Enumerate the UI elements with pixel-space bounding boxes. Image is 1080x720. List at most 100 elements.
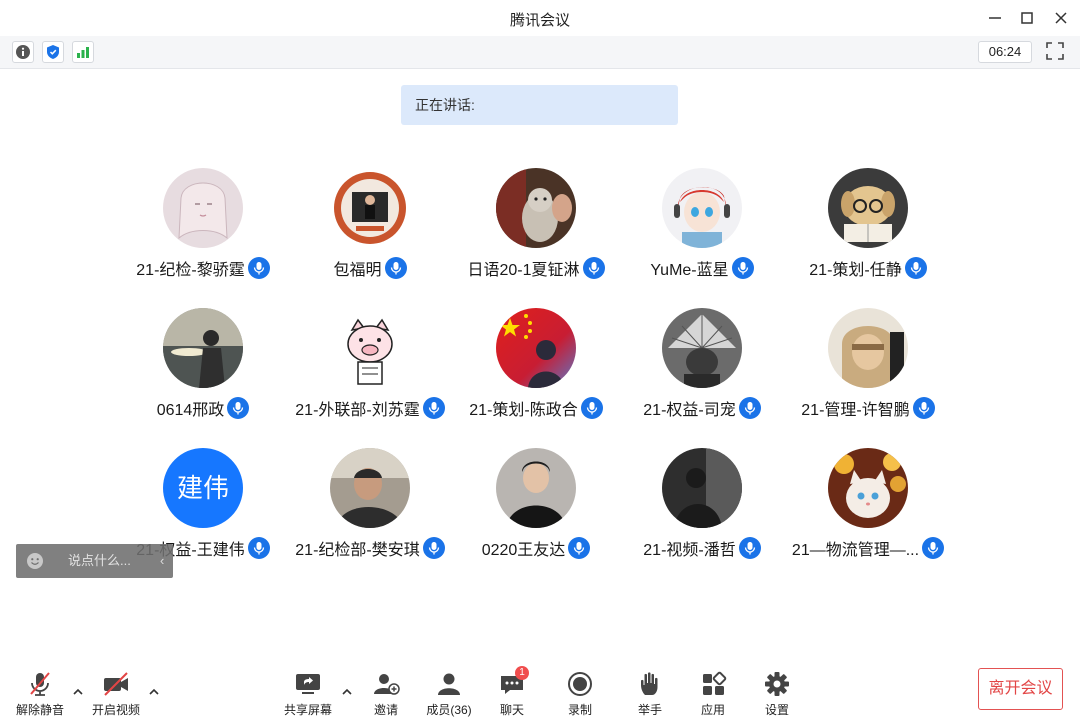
participant-name: 21-外联部-刘苏霆 bbox=[295, 402, 420, 419]
share-options-chevron-icon[interactable] bbox=[340, 686, 354, 698]
raise-hand-label: 举手 bbox=[637, 703, 662, 717]
apps-grid-icon bbox=[698, 670, 728, 698]
participant-label: 21-视频-潘哲 bbox=[618, 536, 786, 562]
mic-icon bbox=[738, 397, 761, 419]
mic-icon bbox=[580, 397, 603, 419]
participant-label: 0614邢政 bbox=[119, 396, 287, 422]
record-button[interactable]: 录制 bbox=[548, 670, 612, 718]
maximize-button[interactable] bbox=[1015, 6, 1039, 30]
participant-name: 0614邢政 bbox=[156, 402, 225, 419]
participant-tile[interactable]: 日语20-1夏钲淋 bbox=[452, 168, 620, 288]
mic-icon bbox=[582, 257, 605, 279]
avatar: 建伟 bbox=[163, 448, 243, 528]
unread-badge: 1 bbox=[515, 666, 529, 680]
maximize-icon bbox=[1021, 12, 1033, 24]
muted-mic-icon bbox=[25, 670, 55, 698]
chat-button[interactable]: 1 聊天 bbox=[480, 666, 544, 718]
participant-tile[interactable]: 21-视频-潘哲 bbox=[618, 448, 786, 568]
meeting-info-bar: 06:24 bbox=[0, 36, 1080, 69]
participant-name: YuMe-蓝星 bbox=[650, 262, 729, 279]
participant-tile[interactable]: YuMe-蓝星 bbox=[618, 168, 786, 288]
participant-label: 21—物流管理—... bbox=[784, 536, 952, 562]
participant-tile[interactable]: 21-管理-许智鹏 bbox=[784, 308, 952, 428]
settings-button[interactable]: 设置 bbox=[745, 670, 809, 718]
fullscreen-button[interactable] bbox=[1044, 40, 1066, 62]
participant-label: 包福明 bbox=[286, 256, 454, 282]
participant-label: 21-纪检-黎骄霆 bbox=[119, 256, 287, 282]
avatar bbox=[662, 168, 742, 248]
fullscreen-icon bbox=[1046, 42, 1064, 60]
chat-label: 聊天 bbox=[499, 703, 524, 717]
close-button[interactable] bbox=[1049, 6, 1073, 30]
signal-bars-icon bbox=[77, 47, 89, 58]
mic-icon bbox=[904, 257, 927, 279]
mic-icon bbox=[422, 537, 445, 559]
mic-icon bbox=[731, 257, 754, 279]
mic-icon bbox=[247, 257, 270, 279]
gear-icon bbox=[762, 670, 792, 698]
participant-label: 21-策划-任静 bbox=[784, 256, 952, 282]
mic-icon bbox=[738, 537, 761, 559]
quick-chat-box: 说点什么... ‹ bbox=[16, 544, 173, 578]
participant-label: 21-纪检部-樊安琪 bbox=[286, 536, 454, 562]
record-label: 录制 bbox=[567, 703, 592, 717]
participant-label: 0220王友达 bbox=[452, 536, 620, 562]
minimize-icon bbox=[989, 17, 1001, 19]
avatar bbox=[330, 168, 410, 248]
participant-name: 21-纪检-黎骄霆 bbox=[136, 262, 245, 279]
participant-label: 21-外联部-刘苏霆 bbox=[286, 396, 454, 422]
participant-name: 0220王友达 bbox=[481, 542, 566, 559]
raise-hand-button[interactable]: 举手 bbox=[618, 670, 682, 718]
avatar bbox=[496, 308, 576, 388]
unmute-button[interactable]: 解除静音 bbox=[8, 670, 72, 718]
speaking-indicator: 正在讲话: bbox=[401, 85, 678, 125]
participant-tile[interactable]: 包福明 bbox=[286, 168, 454, 288]
participant-label: 日语20-1夏钲淋 bbox=[452, 256, 620, 282]
participant-tile[interactable]: 0614邢政 bbox=[119, 308, 287, 428]
participant-tile[interactable]: 21—物流管理—... bbox=[784, 448, 952, 568]
audio-options-chevron-icon[interactable] bbox=[71, 686, 85, 698]
participant-label: 21-权益-司宠 bbox=[618, 396, 786, 422]
meeting-info-button[interactable] bbox=[12, 41, 34, 63]
participant-name: 包福明 bbox=[333, 262, 382, 279]
participant-name: 21-权益-司宠 bbox=[643, 402, 736, 419]
participant-tile[interactable]: 21-权益-司宠 bbox=[618, 308, 786, 428]
collapse-chevron-icon[interactable]: ‹ bbox=[160, 552, 172, 570]
mic-icon bbox=[422, 397, 445, 419]
hand-icon bbox=[635, 670, 665, 698]
network-status-button[interactable] bbox=[72, 41, 94, 63]
participant-tile[interactable]: 0220王友达 bbox=[452, 448, 620, 568]
participant-tile[interactable]: 21-纪检部-樊安琪 bbox=[286, 448, 454, 568]
mic-icon bbox=[247, 537, 270, 559]
security-button[interactable] bbox=[42, 41, 64, 63]
title-bar: 腾讯会议 bbox=[0, 0, 1080, 37]
participant-tile[interactable]: 21-策划-陈政合 bbox=[452, 308, 620, 428]
members-button[interactable]: 成员(36) bbox=[417, 670, 481, 718]
chat-input[interactable]: 说点什么... bbox=[68, 552, 148, 570]
participant-name: 21-管理-许智鹏 bbox=[801, 402, 910, 419]
start-video-button[interactable]: 开启视频 bbox=[84, 670, 148, 718]
share-screen-button[interactable]: 共享屏幕 bbox=[276, 670, 340, 718]
bottom-toolbar: 解除静音 开启视频 共享屏幕 邀请 成员(36) 1 聊天 录制 举手 应用 设… bbox=[0, 660, 1080, 720]
participant-name: 日语20-1夏钲淋 bbox=[467, 262, 580, 279]
video-options-chevron-icon[interactable] bbox=[147, 686, 161, 698]
avatar bbox=[496, 448, 576, 528]
avatar bbox=[662, 448, 742, 528]
avatar bbox=[828, 168, 908, 248]
apps-label: 应用 bbox=[700, 703, 725, 717]
leave-meeting-button[interactable]: 离开会议 bbox=[978, 668, 1063, 710]
mic-icon bbox=[912, 397, 935, 419]
apps-button[interactable]: 应用 bbox=[681, 670, 745, 718]
mic-icon bbox=[384, 257, 407, 279]
participant-tile[interactable]: 21-外联部-刘苏霆 bbox=[286, 308, 454, 428]
avatar-initials: 建伟 bbox=[176, 473, 229, 503]
invite-button[interactable]: 邀请 bbox=[354, 670, 418, 718]
participant-tile[interactable]: 21-策划-任静 bbox=[784, 168, 952, 288]
avatar bbox=[330, 448, 410, 528]
minimize-button[interactable] bbox=[983, 6, 1007, 30]
avatar bbox=[496, 168, 576, 248]
close-icon bbox=[1055, 12, 1067, 24]
emoji-icon[interactable] bbox=[26, 552, 44, 570]
participant-tile[interactable]: 21-纪检-黎骄霆 bbox=[119, 168, 287, 288]
shield-icon bbox=[47, 45, 59, 59]
